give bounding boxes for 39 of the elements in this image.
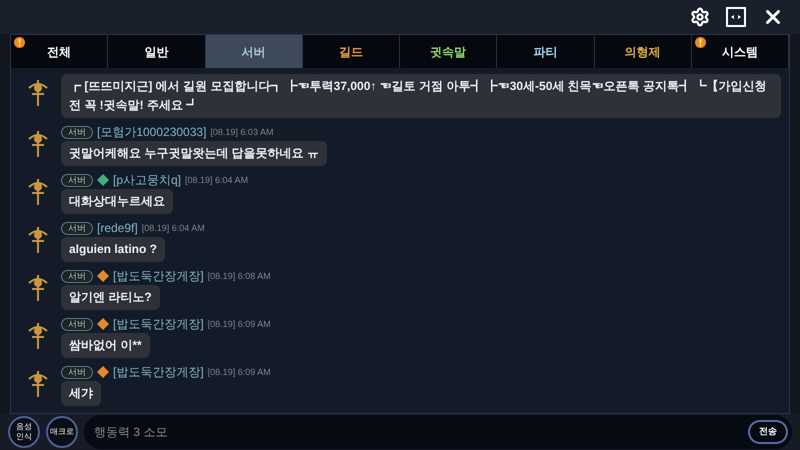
message-time: [08.19] 6:03 AM [210, 126, 274, 139]
message-bubble: alguien latino ? [61, 237, 166, 262]
channel-badge: 서버 [61, 126, 93, 139]
settings-icon[interactable] [690, 7, 710, 28]
channel-tab[interactable]: 일반 [108, 35, 206, 68]
channel-tab[interactable]: 시스템 [692, 35, 789, 68]
message-bubble: 알기엔 라티노? [61, 285, 160, 310]
expand-icon[interactable] [726, 7, 746, 28]
player-name[interactable]: [밥도둑간장게장] [113, 363, 204, 382]
message-time: [08.19] 6:04 AM [142, 222, 205, 235]
message-time: [08.19] 6:09 AM [208, 366, 271, 379]
channel-tab[interactable]: 파티 [497, 35, 594, 68]
player-name[interactable]: [모험가1000230033] [97, 123, 206, 142]
message-time: [08.19] 6:08 AM [208, 270, 271, 283]
message-bubble: ┏ [뜨뜨미지근] 에서 길원 모집합니다┓ ┣☜투력37,000↑ ☜길토 거점 아투┫ ┣☜30세-50세 친목☜오픈톡 공지톡┫ ┗【가입신청 전 꼭 !귓속말! 주세요 ┛ [61, 74, 781, 118]
send-button[interactable]: 전송 [748, 420, 788, 444]
channel-tab[interactable]: 길드 [302, 35, 400, 68]
channel-tab[interactable]: 귓속말 [400, 35, 498, 68]
player-name[interactable]: [밥도둑간장게장] [113, 267, 204, 286]
message-bubble: 세갸 [61, 381, 101, 406]
macro-button[interactable]: 매크로 [46, 416, 78, 448]
channel-badge: 서버 [61, 318, 93, 331]
channel-badge: 서버 [61, 270, 93, 283]
channel-tab[interactable]: 서버 [206, 35, 303, 68]
channel-tab[interactable]: 의형제 [594, 35, 692, 68]
channel-badge: 서버 [61, 222, 93, 235]
message-bubble: 쌈바없어 이** [61, 333, 150, 358]
player-name[interactable]: [rede9f] [97, 219, 138, 238]
message-time: [08.19] 6:04 AM [185, 174, 248, 187]
chat-input-field[interactable]: 행동력 3 소모 전송 [84, 415, 792, 450]
channel-badge: 서버 [61, 366, 93, 379]
message-bubble: 대화상대누르세요 [61, 189, 173, 214]
voice-input-button[interactable]: 음성 인식 [8, 416, 40, 448]
message-time: [08.19] 6:09 AM [208, 318, 271, 331]
channel-tab[interactable]: 전체 [11, 35, 108, 68]
player-name[interactable]: [밥도둑간장게장] [113, 315, 204, 334]
player-name[interactable]: [p사고뭉치q] [113, 171, 182, 190]
message-bubble: 귓말어케해요 누구귓말왓는데 답을못하네요 ㅠ [61, 141, 328, 166]
channel-badge: 서버 [61, 174, 93, 187]
